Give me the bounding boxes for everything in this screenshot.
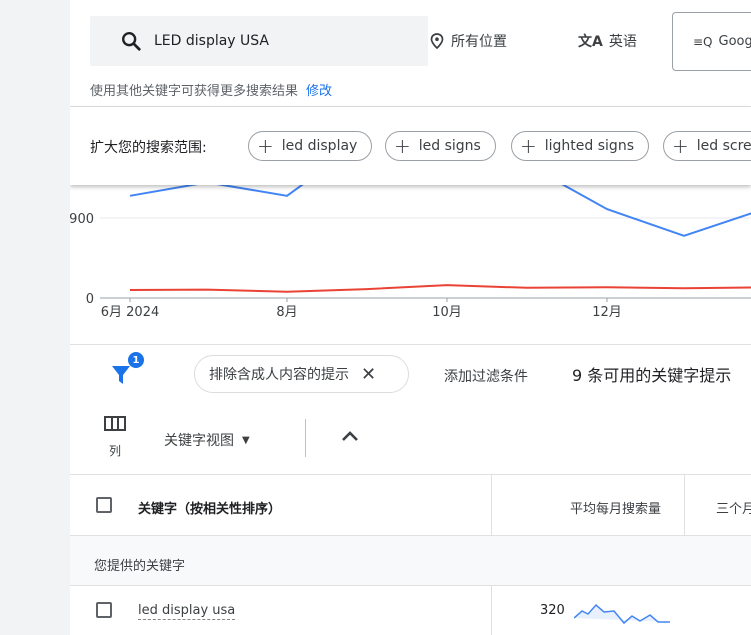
columns-icon bbox=[104, 416, 126, 431]
location-pin-icon bbox=[430, 33, 444, 49]
close-icon[interactable]: ✕ bbox=[361, 364, 376, 385]
keyword-ideas-count: 9 条可用的关键字提示 bbox=[572, 366, 732, 385]
divider bbox=[70, 344, 751, 345]
search-volume-trend-chart: 90006月 20248月10月12月2月 bbox=[70, 185, 751, 320]
row-checkbox[interactable] bbox=[96, 602, 112, 618]
network-label: Goog bbox=[718, 34, 751, 49]
table-row[interactable]: led display usa 320 bbox=[70, 586, 751, 635]
left-gutter bbox=[0, 0, 70, 635]
search-icon bbox=[122, 32, 141, 51]
keyword-cell[interactable]: led display usa bbox=[138, 603, 236, 620]
plus-icon: + bbox=[520, 134, 537, 158]
plus-icon: + bbox=[394, 134, 411, 158]
search-query[interactable]: LED display USA bbox=[154, 33, 269, 49]
active-filter-label: 排除含成人内容的提示 bbox=[209, 367, 349, 383]
translate-icon: 文A bbox=[578, 34, 603, 50]
table-header: 关键字（按相关性排序） 平均每月搜索量 三个月 bbox=[70, 474, 751, 537]
chip-label: led signs bbox=[418, 138, 481, 154]
filter-count-badge: 1 bbox=[128, 352, 144, 368]
chip-label: led scre bbox=[696, 138, 751, 154]
language-label: 英语 bbox=[608, 34, 637, 50]
avg-monthly-searches-header[interactable]: 平均每月搜索量 bbox=[570, 498, 661, 517]
search-box[interactable]: LED display USA bbox=[90, 16, 428, 66]
network-icon: ≡Q bbox=[693, 34, 713, 49]
series-line-blue bbox=[129, 185, 751, 237]
location-selector[interactable]: 所有位置 bbox=[430, 16, 507, 66]
column-divider bbox=[491, 475, 492, 537]
search-hint: 使用其他关键字可获得更多搜索结果 修改 bbox=[90, 80, 332, 99]
y-tick-label: 0 bbox=[86, 292, 94, 307]
filter-button[interactable]: 1 bbox=[110, 352, 150, 386]
suggestion-chip[interactable]: + led scre bbox=[663, 131, 751, 161]
search-network-button[interactable]: ≡Q Goog bbox=[672, 12, 751, 71]
y-tick-label: 900 bbox=[70, 212, 94, 227]
series-line-red bbox=[129, 284, 751, 293]
suggestion-chip[interactable]: + lighted signs bbox=[511, 131, 649, 161]
three-month-change-header[interactable]: 三个月 bbox=[716, 498, 751, 517]
view-label: 关键字视图 bbox=[164, 433, 234, 449]
broaden-search-label: 扩大您的搜索范围: bbox=[90, 140, 207, 156]
group-label: 您提供的关键字 bbox=[94, 559, 186, 574]
group-header-row: 您提供的关键字 bbox=[70, 536, 751, 586]
column-divider bbox=[491, 586, 492, 635]
select-all-checkbox[interactable] bbox=[96, 497, 112, 513]
keyword-planner-main: LED display USA 所有位置 文A 英语 ≡Q Goog 使用其他关… bbox=[70, 0, 751, 635]
keyword-view-dropdown[interactable]: 关键字视图 ▼ bbox=[164, 430, 250, 450]
x-tick-label: 10月 bbox=[432, 305, 462, 320]
suggestion-chip[interactable]: + led signs bbox=[385, 131, 496, 161]
language-selector[interactable]: 文A 英语 bbox=[578, 16, 637, 66]
chip-label: lighted signs bbox=[544, 138, 634, 154]
chip-label: led display bbox=[281, 138, 358, 154]
active-filter-pill[interactable]: 排除含成人内容的提示 ✕ bbox=[194, 355, 409, 393]
columns-button[interactable]: 列 bbox=[100, 416, 130, 459]
search-row: LED display USA bbox=[90, 16, 428, 66]
hint-text: 使用其他关键字可获得更多搜索结果 bbox=[90, 84, 299, 99]
toolbar-divider bbox=[305, 419, 306, 457]
plus-icon: + bbox=[672, 134, 689, 158]
add-filter-button[interactable]: 添加过滤条件 bbox=[444, 366, 528, 386]
x-tick-label: 12月 bbox=[592, 305, 622, 320]
plus-icon: + bbox=[257, 134, 274, 158]
volume-cell: 320 bbox=[540, 603, 565, 618]
location-label: 所有位置 bbox=[451, 34, 507, 50]
edit-keywords-link[interactable]: 修改 bbox=[306, 84, 332, 99]
x-tick-label: 6月 2024 bbox=[101, 305, 160, 320]
trend-sparkline bbox=[574, 603, 670, 625]
dropdown-caret-icon: ▼ bbox=[242, 434, 250, 446]
suggestion-chip[interactable]: + led display bbox=[248, 131, 373, 161]
collapse-chevron-icon[interactable] bbox=[340, 428, 360, 444]
keyword-column-header[interactable]: 关键字（按相关性排序） bbox=[138, 498, 281, 517]
x-tick-label: 8月 bbox=[276, 305, 297, 320]
column-divider bbox=[684, 475, 685, 537]
columns-label: 列 bbox=[108, 444, 121, 458]
broaden-search-bar: 扩大您的搜索范围: + led display + led signs + li… bbox=[70, 107, 751, 185]
